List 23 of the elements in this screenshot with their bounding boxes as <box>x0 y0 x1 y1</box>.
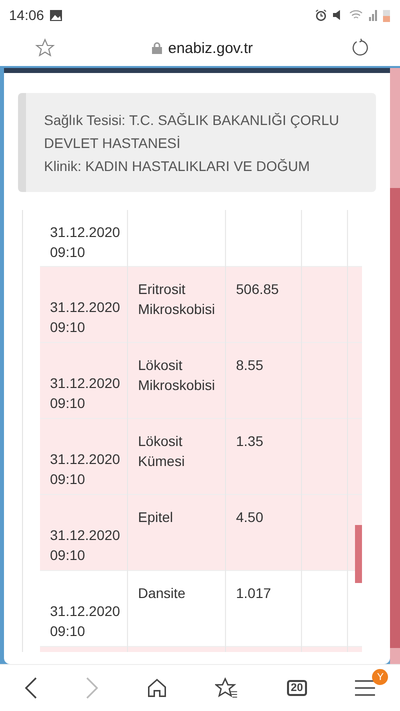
date-text: 31.12.2020 09:10 <box>50 375 120 411</box>
test-value: 506.85 <box>236 281 279 297</box>
test-name: Epitel <box>138 509 174 525</box>
info-text: Klinik: KADIN HASTALIKLARI VE DOĞUM <box>44 157 311 176</box>
clock: 14:06 <box>9 7 44 23</box>
notification-badge: Y <box>372 669 388 685</box>
info-text: Sağlık Tesisi: T.C. SAĞLIK BAKANLIĞI ÇORLU DEVLET HASTANESİ <box>44 111 340 153</box>
test-name: Lökosit Mikroskobisi <box>138 357 216 393</box>
test-name: Eritrosit Mikroskobisi <box>138 281 216 317</box>
test-value: 1.35 <box>236 433 264 449</box>
tab-count: 20 <box>286 680 308 696</box>
test-value: 8.55 <box>236 357 264 373</box>
test-name: Dansite <box>138 585 186 601</box>
url-field[interactable]: enabiz.gov.tr <box>152 40 253 56</box>
date-text: 31.12.2020 09:10 <box>50 527 120 563</box>
tabs-button[interactable]: 20 <box>278 672 316 704</box>
date-text: 31.12.2020 09:10 <box>50 224 120 260</box>
test-value: 1.017 <box>236 585 272 601</box>
date-text: 31.12.2020 09:10 <box>50 603 120 639</box>
date-text: 31.12.2020 09:10 <box>50 299 120 335</box>
test-value: 4.50 <box>236 509 264 525</box>
date-text: 31.12.2020 09:10 <box>50 451 120 487</box>
test-name: Lökosit Kümesi <box>138 433 185 469</box>
